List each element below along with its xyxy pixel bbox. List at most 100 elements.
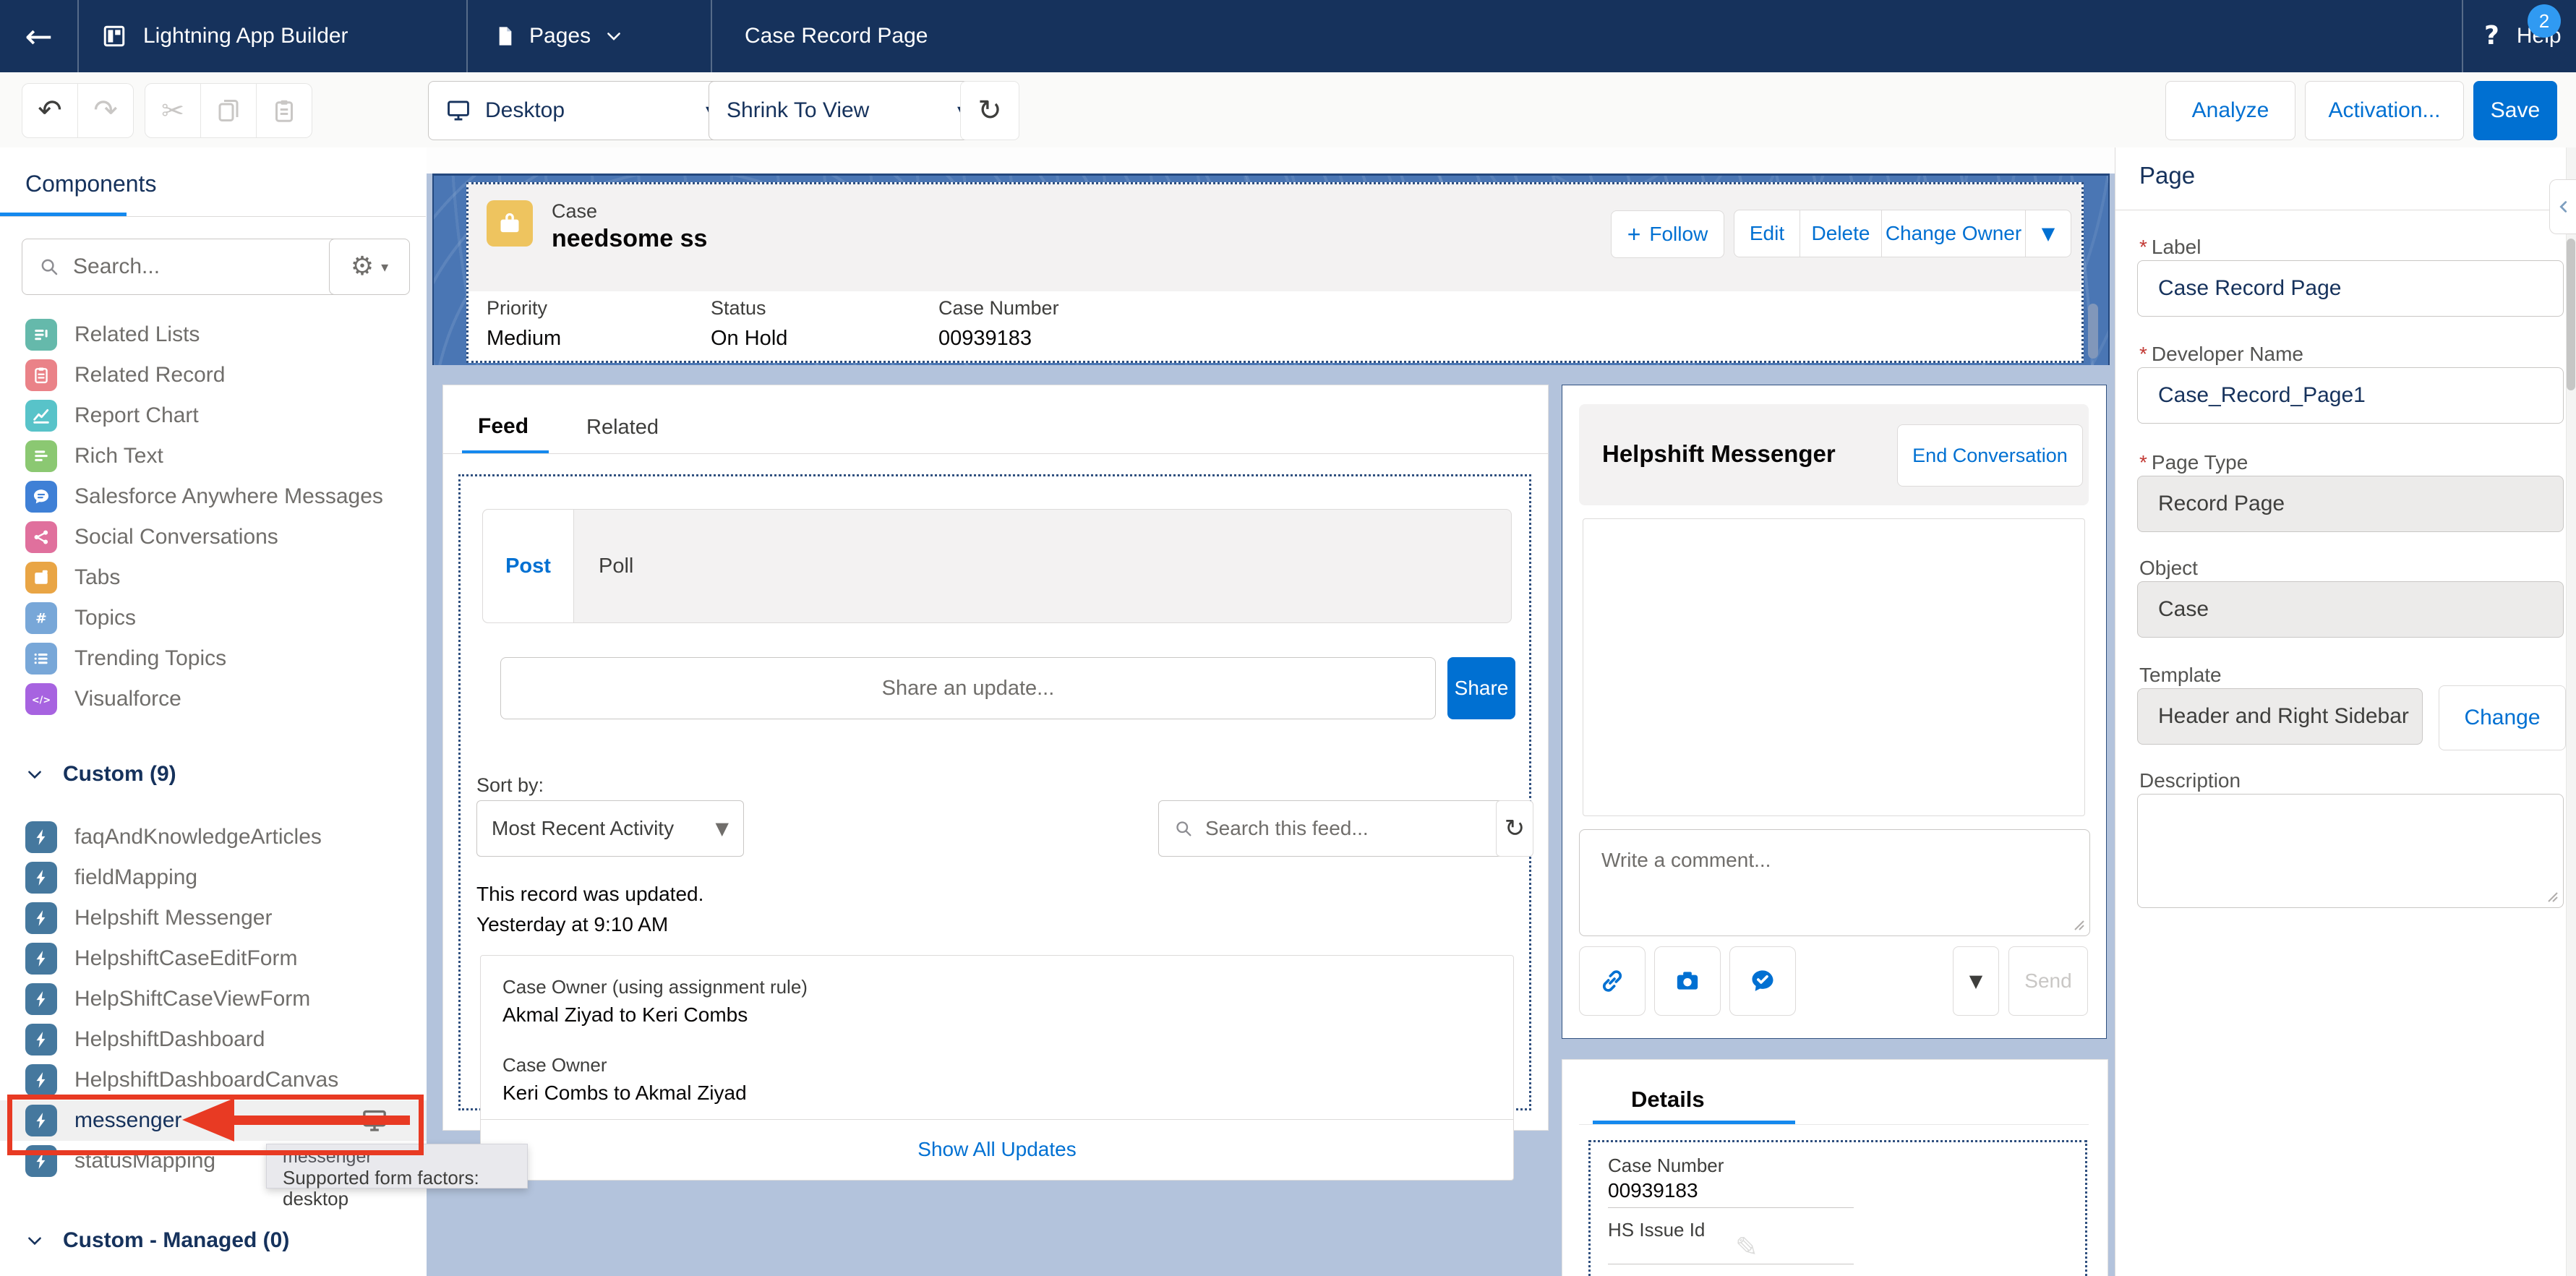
device-select[interactable]: Desktop ▾ — [428, 81, 733, 140]
share-button[interactable]: Share — [1447, 657, 1515, 719]
page-icon — [493, 25, 516, 48]
refresh-button[interactable]: ↻ — [960, 81, 1019, 140]
tabs-icon — [25, 562, 57, 594]
description-textarea[interactable] — [2137, 794, 2564, 908]
tab-details[interactable]: Details — [1631, 1087, 1705, 1113]
redo-button[interactable]: ↷ — [78, 83, 134, 138]
sort-by-label: Sort by: — [476, 774, 544, 797]
change-owner-button[interactable]: Change Owner — [1882, 210, 2026, 257]
component-item-social-conversations[interactable]: Social Conversations — [0, 517, 427, 557]
label-field-label: *Label — [2139, 236, 2201, 259]
undo-button[interactable]: ↶ — [22, 83, 78, 138]
tab-components[interactable]: Components — [25, 171, 156, 197]
developer-name-field-label: *Developer Name — [2139, 343, 2303, 366]
component-item-visualforce[interactable]: </> Visualforce — [0, 679, 427, 719]
required-asterisk: * — [2139, 343, 2147, 365]
standard-components-list: Related Lists Related Record Report Char… — [0, 314, 427, 719]
resize-handle-icon[interactable] — [2071, 917, 2085, 931]
view-mode-select[interactable]: Shrink To View ▾ — [709, 81, 985, 140]
feed-refresh-button[interactable]: ↻ — [1496, 800, 1533, 857]
component-item-anywhere-messages[interactable]: Salesforce Anywhere Messages — [0, 476, 427, 517]
tab-related[interactable]: Related — [586, 416, 659, 440]
component-item-helpshiftdashboard[interactable]: HelpshiftDashboard — [0, 1019, 427, 1060]
undo-icon: ↶ — [38, 96, 62, 125]
activation-button[interactable]: Activation... — [2305, 81, 2464, 140]
canned-response-button[interactable] — [1729, 946, 1796, 1016]
component-item-helpshiftcaseeditform[interactable]: HelpshiftCaseEditForm — [0, 938, 427, 979]
tab-poll[interactable]: Poll — [599, 510, 633, 622]
change-template-button[interactable]: Change — [2439, 685, 2566, 750]
page-properties-panel: Page *Label Case Record Page *Developer … — [2115, 147, 2576, 1276]
tooltip-text: Supported form factors: desktop — [283, 1168, 527, 1211]
component-item-faqandknowledgearticles[interactable]: faqAndKnowledgeArticles — [0, 817, 427, 857]
back-button[interactable]: ← — [0, 0, 77, 72]
component-item-helpshiftdashboardcanvas[interactable]: HelpshiftDashboardCanvas — [0, 1060, 427, 1100]
component-item-report-chart[interactable]: Report Chart — [0, 395, 427, 436]
show-all-updates-link[interactable]: Show All Updates — [481, 1138, 1513, 1161]
tab-post[interactable]: Post — [483, 510, 574, 622]
component-item-topics[interactable]: # Topics — [0, 598, 427, 638]
helpshift-messenger-component[interactable]: Helpshift Messenger End Conversation Wri… — [1562, 385, 2107, 1039]
component-item-helpshift-messenger[interactable]: Helpshift Messenger — [0, 898, 427, 938]
tabs-component[interactable]: Feed Related Post Poll Share an update..… — [442, 385, 1549, 1131]
end-conversation-button[interactable]: End Conversation — [1897, 424, 2083, 487]
lightning-bolt-icon — [25, 1105, 57, 1136]
paste-button[interactable] — [257, 83, 312, 138]
custom-managed-section-header[interactable]: Custom - Managed (0) — [25, 1228, 289, 1253]
highlight-field-case-number: Case Number 00939183 — [938, 297, 1059, 351]
caret-down-icon: ▼ — [1969, 972, 1982, 990]
detail-field-value: 00939183 — [1608, 1179, 1698, 1202]
more-actions-button[interactable]: ▼ — [2026, 210, 2071, 257]
device-select-value: Desktop — [485, 98, 565, 123]
resize-handle-icon[interactable] — [2544, 889, 2559, 903]
pages-label: Pages — [529, 24, 591, 48]
component-settings-button[interactable]: ⚙ ▾ — [329, 239, 410, 295]
caret-down-icon: ▼ — [716, 820, 729, 837]
caret-down-icon: ▼ — [2042, 225, 2055, 242]
analyze-button[interactable]: Analyze — [2165, 81, 2295, 140]
share-update-input[interactable]: Share an update... — [500, 657, 1436, 719]
cut-button[interactable]: ✂ — [145, 83, 201, 138]
custom-section-header[interactable]: Custom (9) — [25, 762, 176, 787]
window-scrollbar-thumb[interactable] — [2567, 239, 2575, 390]
delete-button[interactable]: Delete — [1800, 210, 1882, 257]
sort-select[interactable]: Most Recent Activity ▼ — [476, 800, 744, 857]
redo-icon: ↷ — [93, 96, 118, 125]
details-component[interactable]: Details Case Number 00939183 HS Issue Id… — [1562, 1059, 2108, 1276]
desktop-icon — [446, 98, 471, 123]
developer-name-input[interactable]: Case_Record_Page1 — [2137, 367, 2564, 424]
collapse-panel-button[interactable] — [2549, 179, 2576, 234]
record-highlights-panel[interactable]: Case needsome ss + Follow Edit Delete Ch… — [466, 182, 2084, 363]
conversation-area — [1583, 518, 2085, 816]
details-fields-region[interactable]: Case Number 00939183 HS Issue Id ✎ HS Is… — [1588, 1140, 2087, 1276]
component-item-related-lists[interactable]: Related Lists — [0, 314, 427, 355]
pages-menu[interactable]: Pages — [493, 0, 624, 72]
send-button[interactable]: Send — [2008, 946, 2088, 1016]
feed-component[interactable]: Post Poll Share an update... Share Sort … — [458, 474, 1531, 1110]
save-button[interactable]: Save — [2473, 81, 2557, 140]
page-canvas: Case needsome ss + Follow Edit Delete Ch… — [427, 147, 2115, 1276]
attach-link-button[interactable] — [1579, 946, 1646, 1016]
tab-feed[interactable]: Feed — [478, 414, 529, 439]
attach-photo-button[interactable] — [1654, 946, 1721, 1016]
component-item-tabs[interactable]: Tabs — [0, 557, 427, 598]
edit-button[interactable]: Edit — [1734, 210, 1800, 257]
component-item-related-record[interactable]: Related Record — [0, 355, 427, 395]
edit-pencil-icon[interactable]: ✎ — [1735, 1233, 1758, 1261]
follow-button[interactable]: + Follow — [1611, 210, 1724, 258]
send-options-button[interactable]: ▼ — [1953, 946, 1999, 1016]
required-asterisk: * — [2139, 451, 2147, 474]
comment-textarea[interactable]: Write a comment... — [1579, 829, 2090, 936]
component-item-rich-text[interactable]: Rich Text — [0, 436, 427, 476]
preview-scrollbar-thumb[interactable] — [2088, 304, 2098, 359]
search-input[interactable]: Search... — [22, 239, 348, 295]
component-item-helpshiftcaseviewform[interactable]: HelpShiftCaseViewForm — [0, 979, 427, 1019]
copy-button[interactable] — [201, 83, 257, 138]
label-input[interactable]: Case Record Page — [2137, 260, 2564, 317]
components-panel: Components Search... ⚙ ▾ Related Lists R… — [0, 147, 427, 1276]
feed-search-input[interactable]: Search this feed... — [1158, 800, 1518, 857]
component-item-fieldmapping[interactable]: fieldMapping — [0, 857, 427, 898]
component-item-messenger[interactable]: messenger — [0, 1100, 427, 1141]
component-item-trending-topics[interactable]: Trending Topics — [0, 638, 427, 679]
tab-case-record-page[interactable]: Case Record Page — [745, 0, 928, 72]
